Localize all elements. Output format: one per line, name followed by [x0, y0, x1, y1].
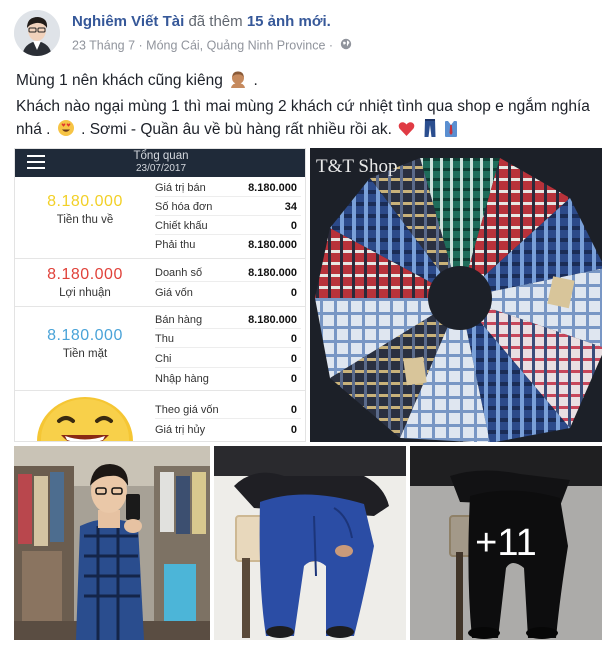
app-header: Tổng quan 23/07/2017: [15, 149, 305, 177]
stat-label: Chi: [155, 353, 172, 365]
stat-label: Chiết khấu: [155, 220, 208, 232]
meta-separator: ·: [328, 38, 334, 53]
stat-row: Giá vốn 0: [155, 284, 301, 302]
stat-label: Giá trị hủy: [155, 424, 206, 436]
big-value: 8.180.000: [47, 327, 123, 344]
post-meta: 23 Tháng 7 · Móng Cái, Quảng Ninh Provin…: [72, 38, 352, 53]
smiley-face-icon: [35, 391, 135, 441]
stat-value: 0: [290, 424, 297, 436]
stat-row: Chiết khấu 0: [155, 217, 301, 235]
big-label: Lợi nhuận: [59, 287, 111, 299]
facebook-post: Nghiêm Viết Tài đã thêm 15 ảnh mới. 23 T…: [0, 0, 614, 649]
summary-section-profit: 8.180.000 Lợi nhuận Doanh số 8.180.000 Gi…: [15, 259, 305, 307]
post-header: Nghiêm Viết Tài đã thêm 15 ảnh mới.: [72, 13, 331, 30]
heart-emoji-icon: [398, 121, 415, 144]
stat-label: Số hóa đơn: [155, 201, 213, 213]
app-title: Tổng quan: [133, 150, 189, 162]
big-label: Tiền thu về: [56, 214, 114, 226]
photo-count-link[interactable]: 15 ảnh mới.: [247, 13, 331, 30]
person-emoji-icon: [229, 70, 247, 95]
more-photos-overlay[interactable]: +11: [410, 446, 602, 640]
stat-label: Theo giá vốn: [155, 404, 219, 416]
message-line-1: Mùng 1 nên khách cũng kiêng .: [16, 69, 606, 95]
stat-row: Chi 0: [155, 350, 301, 368]
meta-separator: ·: [138, 38, 143, 53]
stat-row: Doanh số 8.180.000: [155, 264, 301, 282]
photo-selfie[interactable]: [14, 446, 210, 640]
stat-row: Giá trị bán 8.180.000: [155, 179, 301, 197]
jeans-emoji-icon: [424, 119, 436, 144]
stat-value: 8.180.000: [248, 239, 297, 251]
photo-black-trousers[interactable]: +11: [410, 446, 602, 640]
post-message: Mùng 1 nên khách cũng kiêng . Khách nào …: [16, 69, 606, 144]
stat-row: Nhập hàng 0: [155, 370, 301, 388]
stat-row: Theo giá vốn 0: [155, 401, 301, 419]
message-text: Mùng 1 nên khách cũng kiêng: [16, 72, 223, 89]
stat-value: 0: [290, 333, 297, 345]
stat-value: 8.180.000: [248, 182, 297, 194]
heart-eyes-emoji-icon: [57, 119, 75, 144]
big-value: 8.180.000: [47, 266, 123, 283]
photo-blue-trousers[interactable]: [214, 446, 406, 640]
stat-row: Bán hàng 8.180.000: [155, 311, 301, 329]
summary-section-revenue: 8.180.000 Tiền thu về Giá trị bán 8.180.0…: [15, 177, 305, 259]
stat-value: 0: [290, 404, 297, 416]
app-date: 23/07/2017: [135, 163, 187, 174]
post-date[interactable]: 23 Tháng 7: [72, 39, 135, 53]
stat-row: Số hóa đơn 34: [155, 198, 301, 216]
stat-label: Thu: [155, 333, 174, 345]
big-value: 8.180.000: [47, 193, 123, 210]
photo-sales-report[interactable]: Tổng quan 23/07/2017 8.180.000 Tiền thu …: [14, 148, 306, 442]
period-text: .: [253, 72, 258, 89]
author-name[interactable]: Nghiêm Viết Tài: [72, 13, 184, 30]
stat-value: 8.180.000: [248, 314, 297, 326]
stat-value: 8.180.000: [248, 267, 297, 279]
stat-label: Doanh số: [155, 267, 203, 279]
stat-value: 34: [284, 201, 297, 213]
stat-row: Thu 0: [155, 330, 301, 348]
avatar[interactable]: [14, 10, 60, 56]
stat-label: Phải thu: [155, 239, 196, 251]
stat-label: Bán hàng: [155, 314, 203, 326]
stat-label: Nhập hàng: [155, 373, 209, 385]
stat-row: Phải thu 8.180.000: [155, 236, 301, 254]
globe-icon[interactable]: [340, 38, 352, 53]
stat-value: 0: [290, 353, 297, 365]
shop-watermark: T&T Shop: [316, 156, 398, 177]
author-action: đã thêm: [188, 13, 243, 30]
big-label: Tiền mặt: [62, 348, 108, 360]
post-location[interactable]: Móng Cái, Quảng Ninh Province: [146, 39, 325, 53]
stat-label: Giá trị bán: [155, 182, 206, 194]
message-line-2: Khách nào ngại mùng 1 thì mai mùng 2 khá…: [16, 95, 606, 144]
stat-value: 0: [290, 373, 297, 385]
stat-row: Giá trị hủy 0: [155, 421, 301, 439]
shirt-emoji-icon: [444, 119, 458, 144]
message-text: . Sơmi - Quần âu về bù hàng rất nhiều rồ…: [81, 121, 392, 138]
stat-value: 0: [290, 220, 297, 232]
photo-shirts[interactable]: T&T Shop: [310, 148, 602, 442]
stat-label: Giá vốn: [155, 287, 193, 299]
stat-value: 0: [290, 287, 297, 299]
